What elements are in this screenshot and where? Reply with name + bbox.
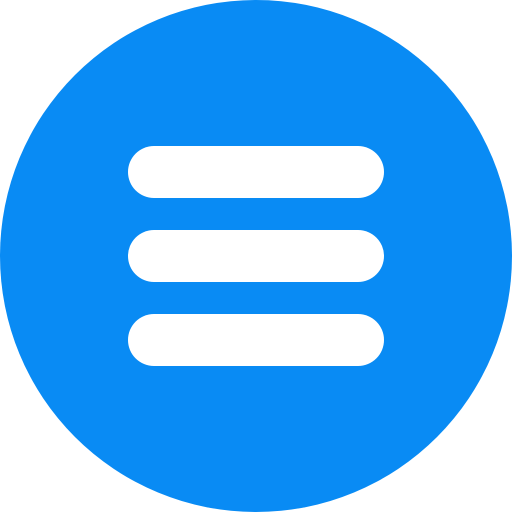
- menu-bar-middle: [128, 230, 384, 282]
- menu-bar-top: [128, 146, 384, 198]
- menu-button[interactable]: [0, 0, 512, 512]
- menu-bar-bottom: [128, 314, 384, 366]
